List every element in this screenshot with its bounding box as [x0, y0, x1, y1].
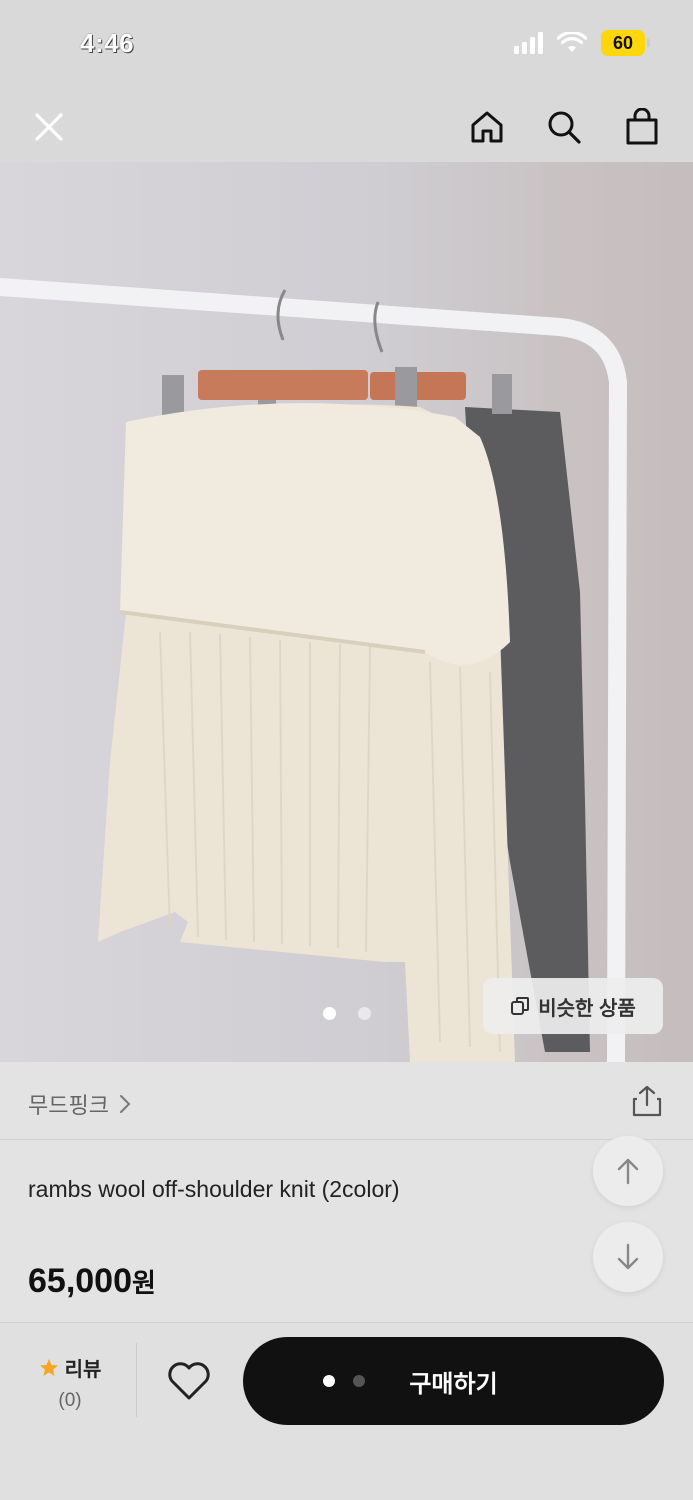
product-name: rambs wool off-shoulder knit (2color)	[28, 1176, 400, 1202]
arrow-down-icon	[617, 1243, 639, 1270]
buy-button[interactable]: 구매하기	[243, 1337, 664, 1425]
product-price: 65,000원	[28, 1262, 156, 1301]
home-icon	[471, 111, 503, 143]
scroll-down-button[interactable]	[593, 1222, 663, 1292]
review-count: (0)	[58, 1390, 82, 1411]
similar-products-label: 비슷한 상품	[538, 997, 636, 1020]
arrow-up-icon	[617, 1158, 639, 1185]
brand-link[interactable]: 무드핑크	[28, 1088, 131, 1120]
product-photo	[0, 162, 693, 1062]
buy-button-label: 구매하기	[409, 1370, 498, 1398]
carousel-dot	[357, 1007, 371, 1020]
share-icon	[632, 1085, 662, 1117]
price-value: 65,000	[28, 1262, 132, 1300]
top-nav-bar	[0, 92, 693, 162]
divider	[136, 1343, 137, 1417]
status-time: 4:46	[80, 28, 135, 58]
close-button[interactable]	[24, 102, 74, 152]
cellular-signal-icon	[514, 32, 543, 54]
search-button[interactable]	[539, 102, 589, 152]
product-image-carousel[interactable]: 비슷한 상품	[0, 162, 693, 1062]
brand-name: 무드핑크	[28, 1093, 109, 1118]
search-icon	[548, 111, 581, 144]
share-button[interactable]	[631, 1084, 663, 1123]
review-header: 리뷰	[30, 1353, 110, 1382]
copy-icon	[511, 997, 530, 1015]
review-button[interactable]: 리뷰 (0)	[30, 1353, 110, 1412]
loading-dot	[323, 1375, 335, 1387]
loading-dot	[353, 1375, 365, 1387]
close-icon	[35, 113, 63, 141]
loading-dots	[323, 1375, 365, 1387]
similar-products-button[interactable]: 비슷한 상품	[483, 978, 663, 1034]
price-currency: 원	[132, 1268, 156, 1298]
scroll-up-button[interactable]	[593, 1136, 663, 1206]
star-icon	[39, 1358, 58, 1376]
wishlist-button[interactable]	[166, 1361, 212, 1406]
status-bar: 4:46 60	[0, 0, 693, 92]
status-icons: 60	[514, 30, 650, 56]
shopping-bag-icon	[626, 108, 658, 145]
brand-row: 무드핑크	[0, 1062, 693, 1140]
home-button[interactable]	[462, 102, 512, 152]
heart-icon	[168, 1362, 210, 1400]
product-info: rambs wool off-shoulder knit (2color) 65…	[0, 1136, 693, 1322]
bottom-action-bar: 리뷰 (0) 구매하기	[0, 1322, 693, 1500]
cart-button[interactable]	[617, 102, 667, 152]
battery-indicator: 60	[601, 30, 650, 56]
chevron-right-icon	[119, 1095, 131, 1113]
review-label: 리뷰	[64, 1359, 102, 1381]
carousel-dot	[322, 1007, 336, 1020]
wifi-icon	[557, 32, 587, 52]
battery-level: 60	[612, 32, 634, 53]
